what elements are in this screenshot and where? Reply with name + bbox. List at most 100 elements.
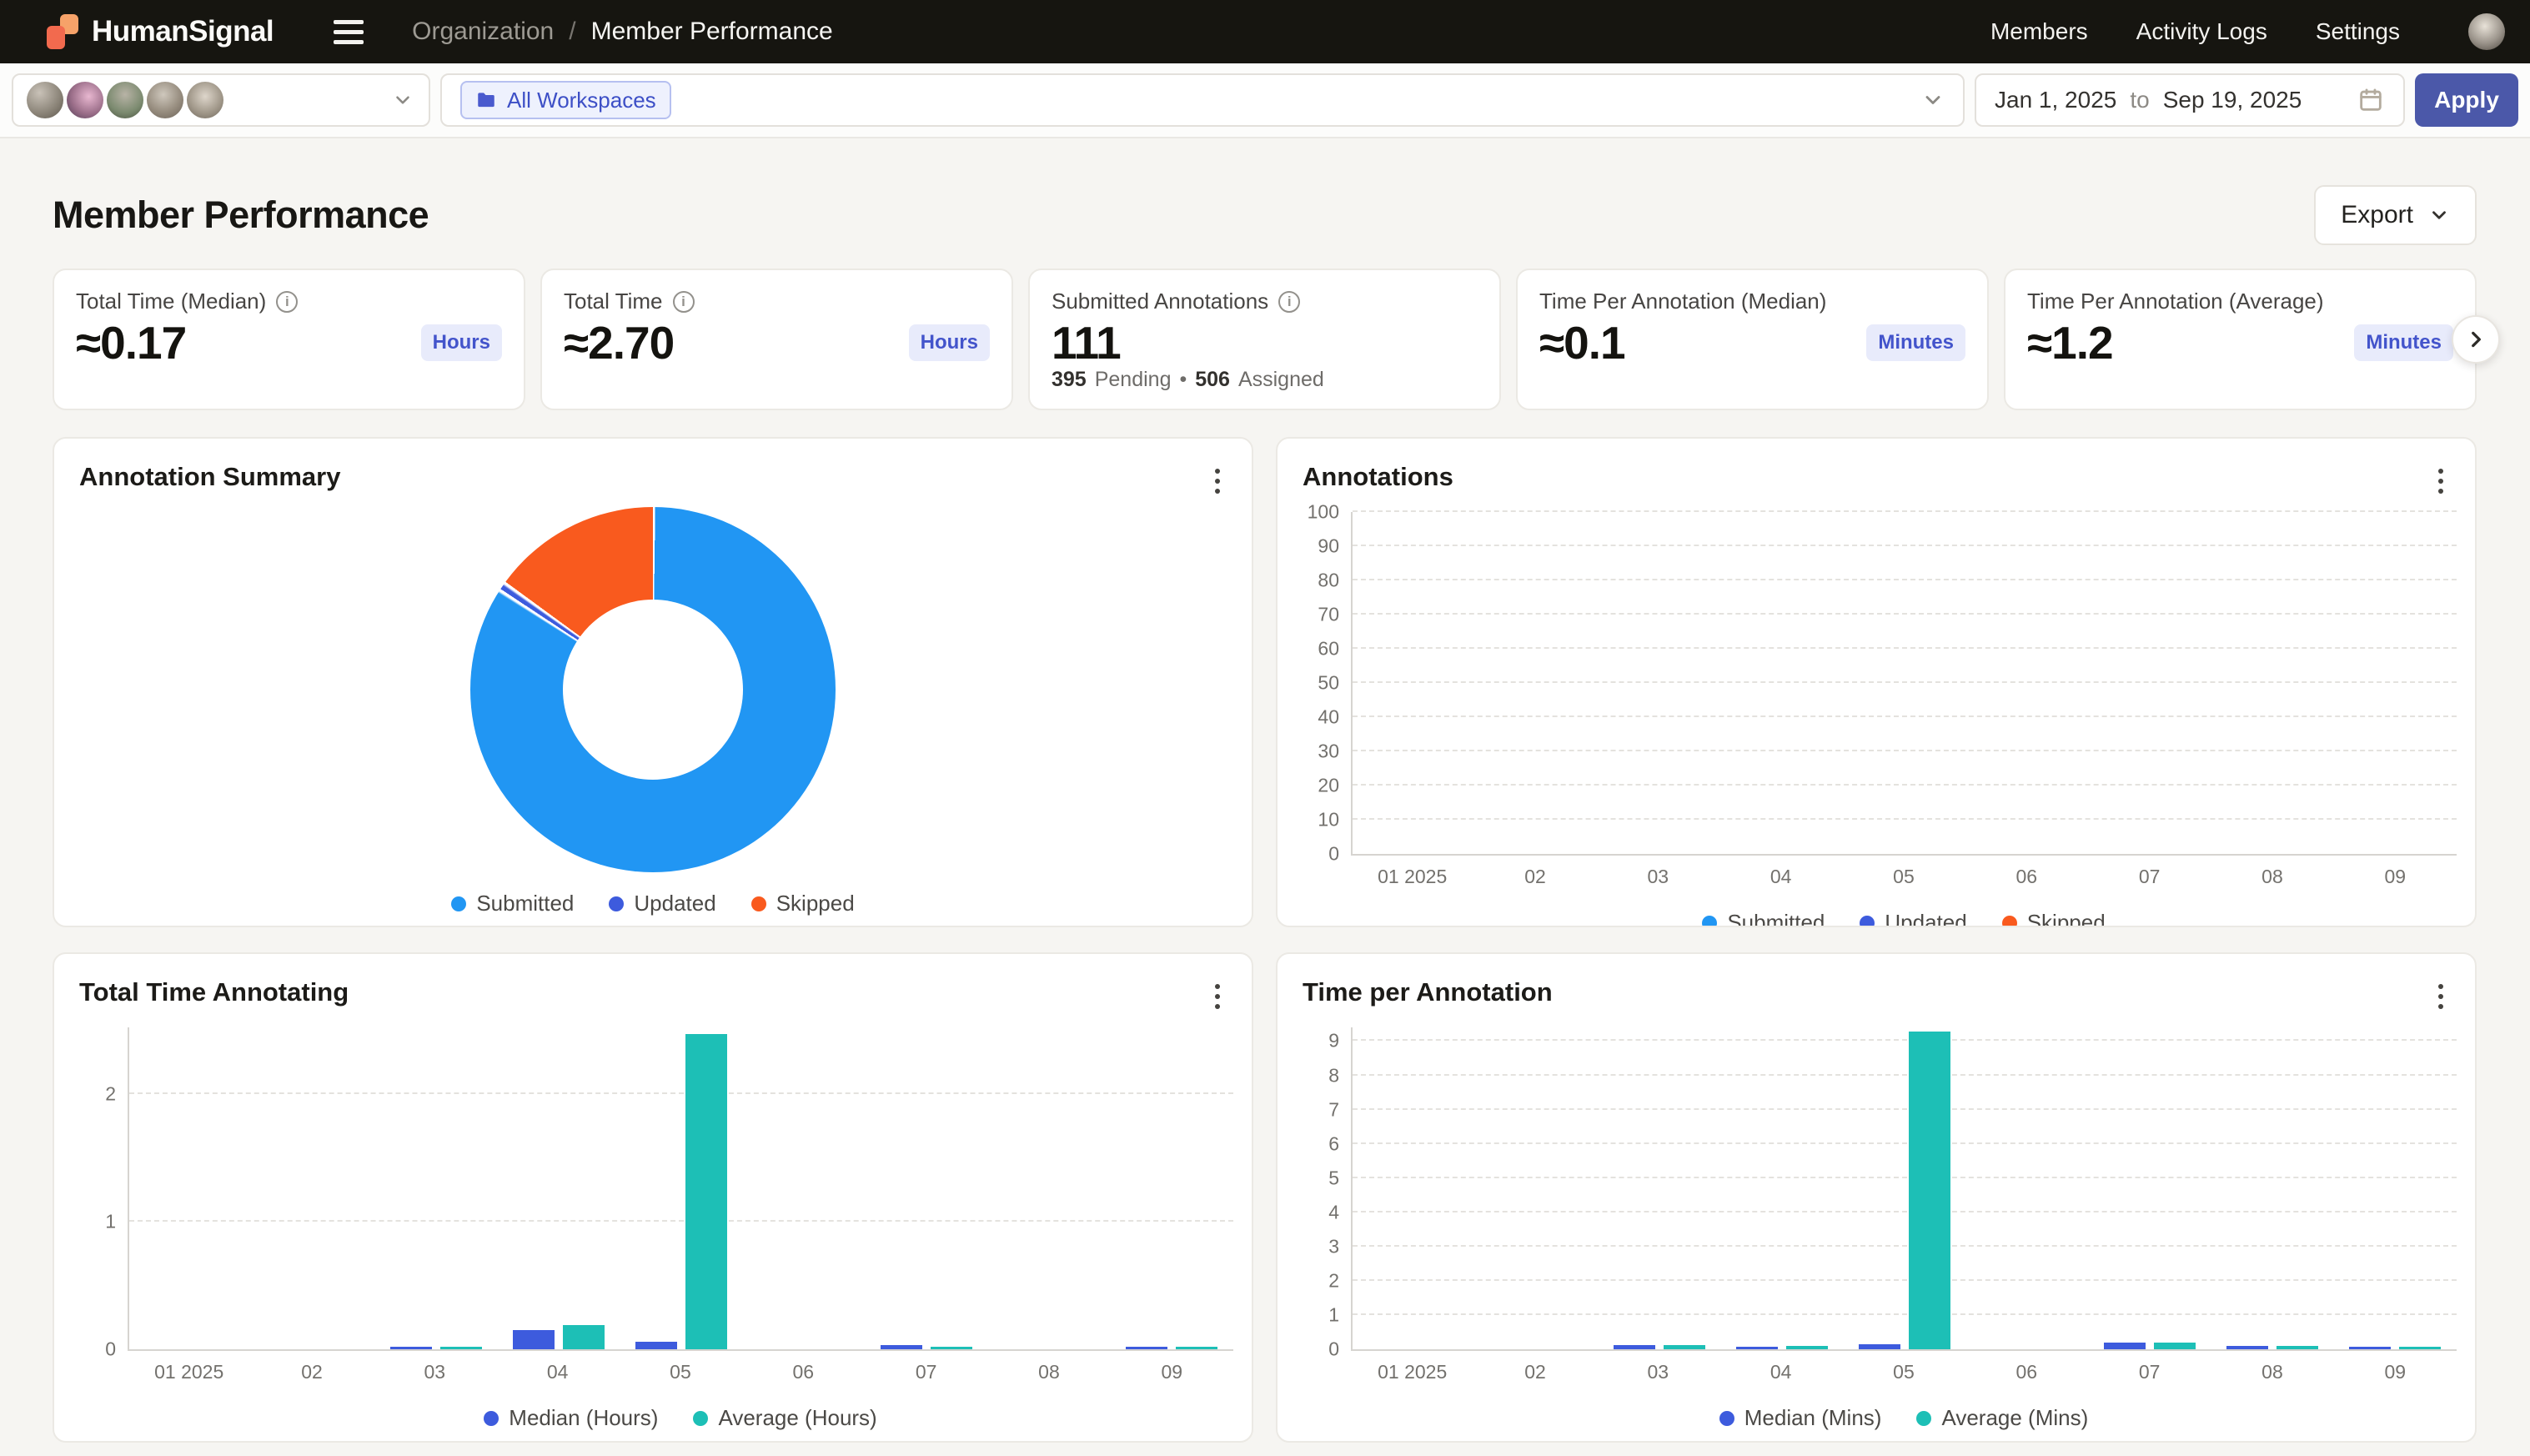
stat-value: ≈0.17	[76, 316, 186, 369]
x-tick-label: 01 2025	[1351, 1361, 1473, 1383]
hamburger-menu-icon[interactable]	[329, 12, 369, 53]
chevron-down-icon	[1921, 88, 1945, 112]
stat-card-time-per-annotation-average: Time Per Annotation (Average) ≈1.2 Minut…	[2004, 269, 2477, 410]
bar	[1736, 1347, 1778, 1349]
legend-dot	[1860, 916, 1875, 928]
stat-label: Submitted Annotations	[1052, 289, 1268, 314]
legend-item: Median (Hours)	[484, 1405, 658, 1431]
total-time-bar-chart: 01201 20250203040506070809Median (Hours)…	[128, 1027, 1233, 1431]
pending-count: 395	[1052, 368, 1087, 392]
bar	[2276, 1346, 2318, 1349]
panel-menu-kebab-icon[interactable]	[1205, 977, 1230, 1016]
workspace-chip[interactable]: All Workspaces	[460, 81, 671, 119]
info-icon[interactable]: i	[1278, 291, 1300, 313]
x-axis-labels: 01 20250203040506070809	[1351, 866, 2457, 888]
stat-label: Time Per Annotation (Average)	[2027, 289, 2324, 314]
apply-button[interactable]: Apply	[2415, 73, 2518, 127]
category-slot	[1111, 1027, 1233, 1349]
bar	[881, 1345, 922, 1349]
y-tick-label: 0	[105, 1340, 116, 1359]
stat-value: 111	[1052, 316, 1121, 369]
user-avatar[interactable]	[2468, 13, 2505, 50]
page-header: Member Performance Export	[53, 185, 2477, 245]
bar	[1176, 1347, 1217, 1349]
category-slot	[129, 1027, 252, 1349]
bar	[685, 1034, 727, 1349]
y-tick-label: 2	[1328, 1271, 1339, 1290]
chevron-down-icon	[392, 89, 414, 111]
panel-menu-kebab-icon[interactable]	[2428, 462, 2453, 500]
date-end: Sep 19, 2025	[2163, 87, 2302, 113]
annotations-bar-chart: 010203040506070809010001 202502030405060…	[1351, 512, 2457, 927]
nav-link-activity-logs[interactable]: Activity Logs	[2136, 18, 2267, 45]
category-slot	[2211, 512, 2334, 854]
legend-dot	[2002, 916, 2017, 928]
y-tick-label: 0	[1328, 845, 1339, 864]
legend-dot	[1702, 916, 1717, 928]
main-content: Member Performance Export Total Time (Me…	[0, 185, 2530, 1443]
plot-area: 0123456789	[1351, 1027, 2457, 1351]
member-avatar	[187, 82, 223, 118]
stat-value: ≈2.70	[564, 316, 674, 369]
breadcrumb-organization[interactable]: Organization	[412, 18, 554, 46]
x-tick-label: 06	[1965, 1361, 2088, 1383]
x-tick-label: 04	[1719, 1361, 1842, 1383]
bar	[1126, 1347, 1167, 1349]
category-slot	[2089, 512, 2211, 854]
bars-layer	[1353, 512, 2457, 854]
legend-item: Skipped	[751, 891, 855, 916]
members-filter-select[interactable]	[12, 73, 430, 127]
panel-title: Annotation Summary	[79, 462, 340, 492]
y-tick-label: 100	[1308, 503, 1339, 522]
stat-label: Time Per Annotation (Median)	[1539, 289, 1826, 314]
stat-value: ≈1.2	[2027, 316, 2113, 369]
x-tick-label: 02	[250, 1361, 373, 1383]
x-tick-label: 04	[1719, 866, 1842, 888]
category-slot	[2334, 512, 2457, 854]
bar	[2349, 1347, 2391, 1349]
legend-dot	[451, 896, 466, 911]
x-tick-label: 06	[742, 1361, 865, 1383]
x-tick-label: 08	[2211, 866, 2333, 888]
info-icon[interactable]: i	[673, 291, 695, 313]
panel-title: Total Time Annotating	[79, 977, 349, 1007]
nav-link-members[interactable]: Members	[1990, 18, 2088, 45]
x-tick-label: 05	[1842, 866, 1965, 888]
category-slot	[1353, 512, 1475, 854]
workspace-filter-select[interactable]: All Workspaces	[440, 73, 1965, 127]
legend-dot	[609, 896, 624, 911]
y-tick-label: 10	[1318, 811, 1339, 830]
legend-item: Average (Hours)	[693, 1405, 876, 1431]
y-tick-label: 5	[1328, 1168, 1339, 1187]
stat-cards-row: Total Time (Median) i ≈0.17 Hours Total …	[53, 269, 2477, 410]
member-avatar	[107, 82, 143, 118]
date-range-picker[interactable]: Jan 1, 2025 to Sep 19, 2025	[1975, 73, 2405, 127]
info-icon[interactable]: i	[276, 291, 298, 313]
assigned-label: Assigned	[1238, 368, 1324, 392]
page-title: Member Performance	[53, 193, 429, 237]
filter-bar: All Workspaces Jan 1, 2025 to Sep 19, 20…	[0, 63, 2530, 138]
dot-separator: •	[1179, 368, 1187, 392]
panel-menu-kebab-icon[interactable]	[2428, 977, 2453, 1016]
bar	[390, 1347, 432, 1349]
chevron-down-icon	[2428, 204, 2450, 226]
cards-scroll-next-button[interactable]	[2452, 315, 2500, 364]
bars-layer	[129, 1027, 1233, 1349]
unit-badge: Hours	[421, 324, 502, 361]
y-tick-label: 0	[1328, 1340, 1339, 1359]
panel-menu-kebab-icon[interactable]	[1205, 462, 1230, 500]
chart-legend: Median (Mins)Average (Mins)	[1351, 1405, 2457, 1431]
x-tick-label: 06	[1965, 866, 2088, 888]
export-button[interactable]: Export	[2314, 185, 2477, 245]
category-slot	[252, 1027, 374, 1349]
category-slot	[1353, 1027, 1475, 1349]
bar	[1614, 1345, 1655, 1349]
x-tick-label: 02	[1473, 1361, 1596, 1383]
nav-link-settings[interactable]: Settings	[2316, 18, 2400, 45]
y-tick-label: 70	[1318, 605, 1339, 625]
y-tick-label: 50	[1318, 674, 1339, 693]
brand-logo[interactable]: HumanSignal	[45, 13, 274, 51]
category-slot	[1966, 512, 2089, 854]
stat-label: Total Time (Median)	[76, 289, 266, 314]
bar	[1859, 1344, 1900, 1349]
